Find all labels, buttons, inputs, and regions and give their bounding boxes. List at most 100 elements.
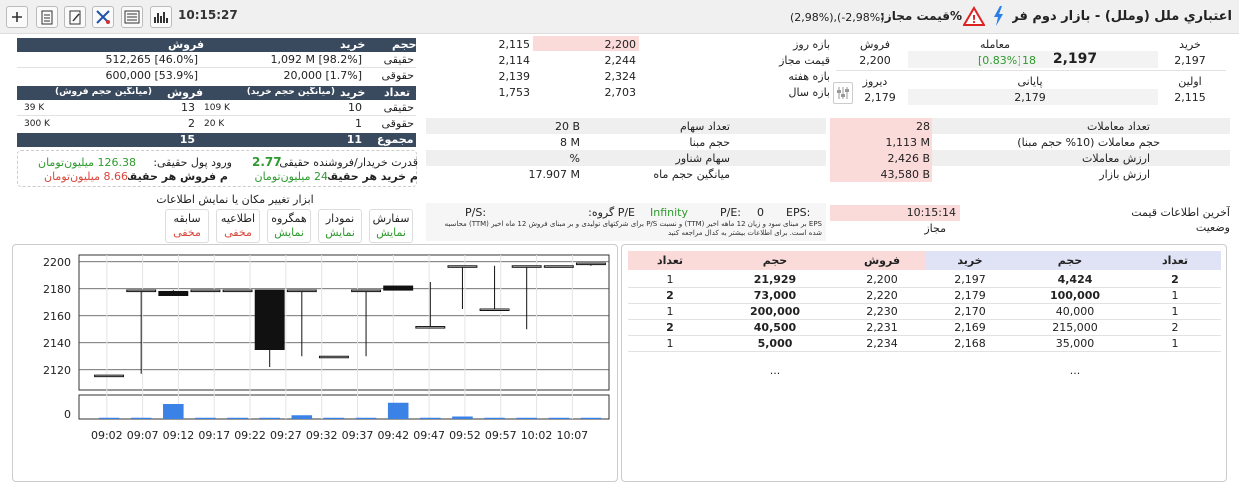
x-tick-label: 09:42	[377, 429, 409, 442]
volume-bar	[580, 417, 602, 419]
day-range-label: بازه روز	[793, 38, 830, 51]
stat-cap-value: 43,580 B	[880, 168, 930, 181]
x-tick-label: 10:07	[556, 429, 588, 442]
candle-body	[543, 265, 574, 268]
count-legal-sell-avg: 300 K	[24, 119, 50, 129]
tools-title: ابزار تغییر مکان یا نمایش اطلاعات	[156, 193, 314, 206]
base-volume-value: 8 M	[560, 136, 580, 149]
volume-frame	[78, 394, 610, 420]
last-label: پایانی	[1017, 75, 1043, 88]
tool-history[interactable]: سابقه مخفی	[165, 209, 209, 243]
candle-body	[415, 326, 446, 329]
ob-sell-vol: 21,929	[753, 273, 797, 286]
x-tick-label: 09:37	[342, 429, 374, 442]
y-tick-label: 2180	[43, 283, 71, 296]
volume-bar	[130, 417, 152, 419]
week-range-label: بازه هفته	[788, 70, 830, 83]
edit-icon[interactable]	[64, 6, 86, 28]
ob-buy-price: 2,179	[954, 289, 986, 302]
stat-volume-value: 1,113 M	[885, 136, 930, 149]
ob-buy-vol-header: حجم	[1057, 254, 1083, 267]
group-pe-label: P/E گروه:	[588, 206, 635, 219]
x-tick-label: 09:52	[449, 429, 481, 442]
buy-label: خرید	[1179, 38, 1201, 51]
ob-buy-price: 2,169	[954, 321, 986, 334]
yesterday-label: دیروز	[862, 75, 888, 88]
x-tick-label: 09:27	[270, 429, 302, 442]
ob-row-separator	[628, 303, 1221, 304]
sell-value: 2,200	[859, 54, 891, 67]
chart-panel: 2120 2140 2160 2180 2200 09:02 09:07 09:12 09:17…	[12, 244, 618, 482]
volume-tick-label: 0	[64, 408, 71, 421]
trade-label: معامله	[980, 38, 1010, 51]
ob-buy-price: 2,168	[954, 337, 986, 350]
vol-legal-label: حقوقی	[381, 69, 414, 82]
x-tick-label: 09:07	[127, 429, 159, 442]
candle-body	[511, 265, 542, 268]
chart-icon[interactable]	[150, 6, 172, 28]
tools-icon[interactable]	[92, 6, 114, 28]
count-sell-avg-label: (میانگین حجم فروش)	[54, 87, 152, 97]
ob-sell-vol: 73,000	[753, 289, 797, 302]
candle-body	[94, 374, 125, 378]
add-icon[interactable]	[6, 6, 28, 28]
day-low: 2,115	[498, 38, 531, 51]
ob-sell-price: 2,200	[866, 273, 898, 286]
y-tick-label: 2120	[43, 364, 71, 377]
per-sell-value: 8.66 میلیون‌تومان	[44, 170, 128, 183]
x-tick-label: 09:32	[306, 429, 338, 442]
volume-bar	[323, 417, 345, 419]
shares-count-value: 20 B	[554, 120, 580, 133]
count-legal-buy-avg: 20 K	[204, 119, 225, 129]
stat-count-label: تعداد معاملات	[1087, 120, 1150, 133]
count-legal-sell: 2	[188, 117, 195, 130]
ob-buy-price: 2,170	[954, 305, 986, 318]
stat-volume-label: حجم معاملات (10% حجم مبنا)	[1017, 136, 1160, 149]
vol-real-sell: 512,265 [46.0%]	[105, 53, 198, 66]
tool-orders[interactable]: سفارش نمایش	[369, 209, 413, 243]
orderbook-panel	[621, 244, 1227, 482]
status-label: وضعیت	[1195, 221, 1230, 234]
per-buy-label: م خرید هر حقیقی:	[328, 170, 418, 183]
price-chart: 2120 2140 2160 2180 2200 09:02 09:07 09:12 09:17…	[43, 254, 610, 442]
last-info-value: 10:15:14	[906, 206, 956, 219]
volume-bar	[452, 416, 473, 419]
toolbar: 10:15:27 (2,98%),(-2,98%) %قیمت مجاز: ! …	[0, 0, 1239, 34]
list-icon[interactable]	[121, 6, 143, 28]
eps-value: 0	[757, 206, 764, 219]
ob-sell-count-header: تعداد	[656, 254, 684, 267]
warning-icon[interactable]: !	[962, 6, 986, 29]
tool-notices[interactable]: اطلاعیه مخفی	[216, 209, 260, 243]
year-low: 1,753	[498, 86, 531, 99]
settings-icon[interactable]	[833, 82, 853, 104]
pe-value: Infinity	[650, 206, 688, 219]
vol-legal-sell: 600,000 [53.9%]	[105, 69, 198, 82]
per-sell-label: م فروش هر حقیقی:	[128, 170, 228, 183]
price-change-label: %قیمت مجاز:	[880, 9, 962, 23]
stat-value-value: 2,426 B	[887, 152, 930, 165]
ob-buy-vol: 4,424	[1057, 273, 1093, 286]
total-sell: 15	[179, 133, 195, 146]
tool-peers[interactable]: همگروه نمایش	[267, 209, 311, 243]
buy-col-label: خرید	[340, 38, 366, 51]
ob-sell-count: 1	[666, 305, 674, 318]
lightning-icon	[992, 5, 1004, 30]
tool-chart[interactable]: نمودار نمایش	[318, 209, 362, 243]
ob-buy-count: 1	[1171, 337, 1179, 350]
clipboard-icon[interactable]	[36, 6, 58, 28]
day-high: 2,200	[604, 38, 637, 51]
stat-value-label: ارزش معاملات	[1082, 152, 1150, 165]
count-buy-avg-label: (میانگین حجم خرید)	[246, 87, 335, 97]
price-change-value: (2,98%),(-2,98%)	[790, 11, 885, 24]
candle-body	[158, 290, 189, 297]
x-tick-label: 09:57	[485, 429, 517, 442]
power-ratio-label: قدرت خریدار/فروشنده حقیقی:	[278, 156, 418, 169]
trade-change: 18	[1022, 54, 1036, 67]
ob-sell-price: 2,220	[866, 289, 898, 302]
candle-body	[318, 355, 349, 359]
candle-body	[575, 262, 606, 266]
ob-sell-vol-header: حجم	[762, 254, 788, 267]
allowed-high: 2,244	[604, 54, 637, 67]
x-tick-label: 10:02	[521, 429, 553, 442]
total-label: مجموع	[377, 133, 414, 146]
